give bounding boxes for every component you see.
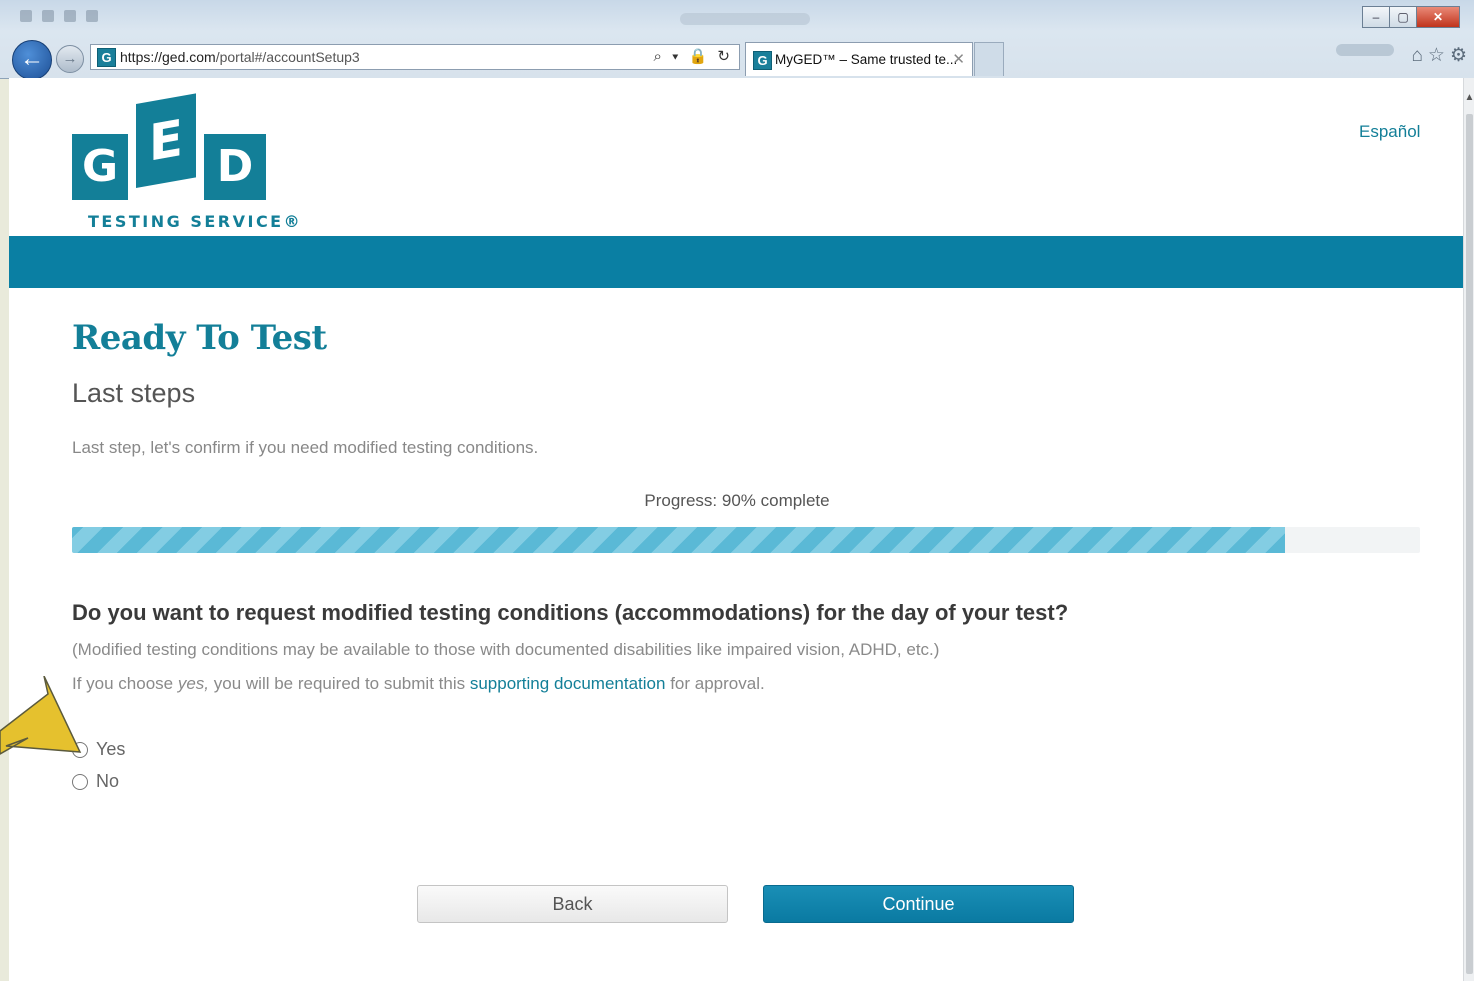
logo-letter-d: D [204, 134, 266, 200]
radio-no-label: No [96, 771, 120, 791]
progress-fill [72, 527, 1286, 553]
note-emphasis: yes, [177, 674, 210, 693]
supporting-documentation-link[interactable]: supporting documentation [470, 674, 666, 693]
browser-tab[interactable]: G MyGED™ – Same trusted te... ✕ [745, 42, 973, 76]
url-host: https://ged.com [120, 49, 216, 65]
note-prefix: If you choose [72, 674, 178, 693]
forward-button[interactable]: → [56, 45, 84, 73]
note-suffix: for approval. [665, 674, 765, 693]
home-favorites-settings-icons[interactable]: ⌂☆⚙ [1411, 44, 1472, 67]
new-tab-button[interactable] [974, 42, 1004, 76]
progress-label: Progress: 90% complete [644, 491, 830, 510]
minimize-button[interactable]: – [1362, 6, 1390, 28]
address-tools-icons[interactable]: ⌕ ▾ 🔒 ↻ [654, 47, 733, 65]
maximize-button[interactable]: ▢ [1389, 6, 1417, 28]
progress-bar [72, 527, 1420, 553]
window-controls: – ▢ ✕ [1362, 6, 1460, 28]
url-text[interactable]: https://ged.com/portal#/accountSetup3 [120, 49, 360, 65]
url-path: /portal#/accountSetup3 [215, 49, 360, 65]
logo-subtitle: TESTING SERVICE® [88, 212, 303, 231]
user-area [1336, 44, 1394, 56]
scroll-thumb[interactable] [1466, 114, 1473, 974]
tab-title: MyGED™ – Same trusted te... [775, 52, 958, 67]
site-favicon-icon: G [97, 48, 116, 67]
browser-chrome: – ▢ ✕ ← → G https://ged.com/portal#/acco… [0, 0, 1474, 80]
note-middle: you will be required to submit this [209, 674, 470, 693]
back-button[interactable]: ← [12, 40, 52, 80]
window-title [680, 13, 810, 25]
header-band [9, 236, 1463, 288]
documentation-note: If you choose yes, you will be required … [72, 674, 765, 694]
ged-logo[interactable]: G E D TESTING SERVICE® [72, 93, 300, 234]
close-window-button[interactable]: ✕ [1416, 6, 1460, 28]
annotation-arrow-icon [0, 676, 82, 755]
language-link[interactable]: Español [1359, 122, 1420, 142]
address-bar[interactable]: G https://ged.com/portal#/accountSetup3 … [90, 44, 740, 70]
intro-text: Last step, let's confirm if you need mod… [72, 438, 539, 457]
page-subtitle: Last steps [72, 378, 196, 408]
quick-access-toolbar [20, 10, 98, 22]
accommodations-note: (Modified testing conditions may be avai… [72, 640, 940, 659]
logo-letter-g: G [72, 134, 128, 200]
tab-favicon-icon: G [753, 51, 772, 70]
vertical-scrollbar[interactable]: ▲ [1463, 78, 1474, 981]
scroll-up-icon[interactable]: ▲ [1464, 92, 1474, 103]
radio-no-circle[interactable] [72, 773, 88, 790]
accommodations-question: Do you want to request modified testing … [72, 600, 1069, 625]
back-step-button[interactable]: Back [417, 885, 728, 923]
radio-yes-label: Yes [96, 739, 126, 759]
radio-option-no[interactable]: No [72, 771, 119, 792]
page-title: Ready To Test [72, 318, 327, 358]
logo-letter-e: E [136, 93, 196, 188]
tab-close-icon[interactable]: ✕ [952, 50, 965, 68]
web-page: G E D TESTING SERVICE® Español Ready To … [9, 78, 1463, 981]
continue-button[interactable]: Continue [763, 885, 1074, 923]
